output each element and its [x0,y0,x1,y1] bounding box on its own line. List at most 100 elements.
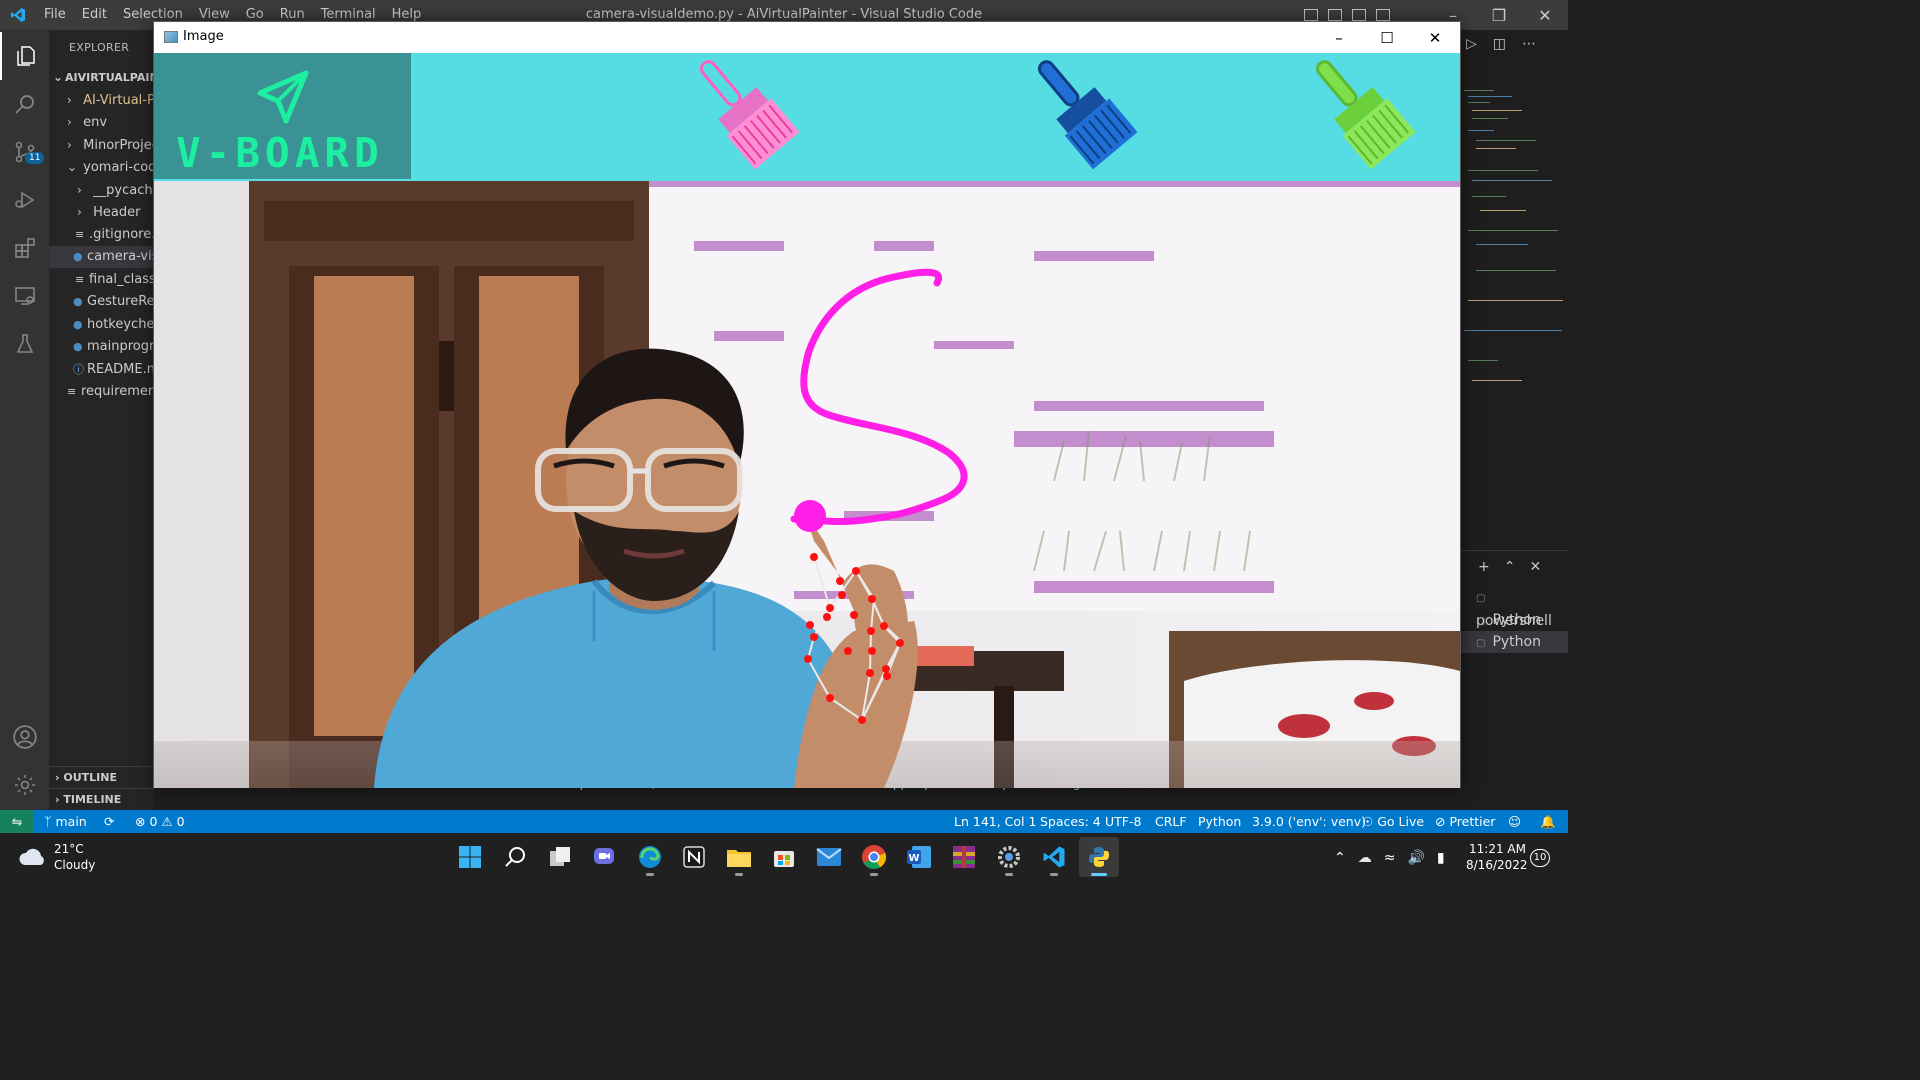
image-canvas[interactable]: V-BOARD [154,53,1460,788]
terminal-powershell[interactable]: ▢ powershell [1460,586,1568,629]
taskbar-word[interactable]: W [899,837,939,877]
language-mode[interactable]: Python [1198,810,1241,833]
taskbar-store[interactable] [764,837,804,877]
pink-brush-icon[interactable] [684,53,814,181]
vboard-header: V-BOARD [154,53,1460,181]
volume-icon[interactable]: 🔊 [1407,850,1424,866]
extensions-icon[interactable] [0,224,49,272]
taskbar-clock[interactable]: 11:21 AM 8/16/2022 [1466,841,1528,873]
more-actions-icon[interactable]: ⋯ [1522,36,1536,52]
task-view[interactable] [540,837,580,877]
battery-icon[interactable]: ▮ [1437,850,1445,866]
toggle-sidebar-icon[interactable] [1304,9,1318,21]
tree-item-header[interactable]: › Header [49,201,154,223]
sync-icon[interactable]: ⟳ [104,810,114,833]
root-folder-label: AIVIRTUALPAIN [65,71,154,84]
close-panel-icon[interactable]: ✕ [1529,559,1541,575]
taskbar-notion[interactable] [674,837,714,877]
tree-item-ai-virtual[interactable]: › AI-Virtual-Pa [49,89,154,111]
minimize-icon[interactable]: – [1316,22,1362,53]
word-icon: W [907,846,931,868]
toggle-secondary-sidebar-icon[interactable] [1352,9,1366,21]
green-brush-icon[interactable] [1300,53,1430,181]
indentation[interactable]: Spaces: 4 [1040,810,1101,833]
tree-item-label: Header [93,205,141,220]
menu-file[interactable]: File [36,0,74,30]
taskbar-winrar[interactable] [944,837,984,877]
feedback-icon[interactable]: ☺ [1508,810,1521,833]
tree-item-camera-visualdemo[interactable]: ● camera-vis [49,246,154,268]
manage-gear-icon[interactable] [0,761,49,809]
branch-indicator[interactable]: ᛉ main [44,810,87,833]
maximize-icon[interactable]: ☐ [1364,22,1410,53]
show-hidden-icons-chevron-up-icon[interactable]: ⌃ [1334,850,1346,866]
maximize-panel-icon[interactable]: ⌃ [1504,559,1516,575]
root-folder[interactable]: ⌄ AIVIRTUALPAIN [49,66,154,88]
go-live-button[interactable]: ☉ Go Live [1362,810,1424,833]
taskbar-vscode[interactable] [1034,837,1074,877]
taskbar-python[interactable] [1079,837,1119,877]
tree-item-mainprogram[interactable]: ● mainprogr [49,336,154,358]
status-bar: ⇋ ᛉ main ⟳ ⊗ 0 ⚠ 0 Ln 141, Col 1 Spaces:… [0,810,1568,833]
blue-brush-icon[interactable] [1022,53,1152,181]
mail-icon [816,848,842,866]
tree-item-env[interactable]: › env [49,111,154,133]
onedrive-cloud-icon[interactable]: ☁ [1358,850,1372,866]
wifi-icon[interactable]: ≈ [1384,850,1396,866]
accounts-icon[interactable] [0,713,49,761]
encoding[interactable]: UTF-8 [1105,810,1141,833]
taskbar-file-explorer[interactable] [719,837,759,877]
search-icon[interactable] [0,80,49,128]
problems-indicator[interactable]: ⊗ 0 ⚠ 0 [135,810,185,833]
tree-item-requirements[interactable]: ≡ requirement [49,381,154,403]
testing-icon[interactable] [0,320,49,368]
close-icon[interactable]: ✕ [1412,22,1458,53]
tree-item-readme[interactable]: ⓘ README.n [49,359,154,381]
run-file-icon[interactable]: ▷ [1466,36,1477,52]
tree-item-minorproject[interactable]: › MinorProjec [49,134,154,156]
line-ending[interactable]: CRLF [1155,810,1187,833]
source-control-icon[interactable]: 11 [0,128,49,176]
explorer-icon[interactable] [0,32,49,80]
taskbar-search[interactable] [495,837,535,877]
start-button[interactable] [450,837,490,877]
menu-edit[interactable]: Edit [74,0,115,30]
split-editor-icon[interactable]: ◫ [1493,36,1506,52]
teams-chat[interactable] [584,837,624,877]
tree-item-yomari-code[interactable]: ⌄ yomari-code [49,156,154,178]
python-file-icon: ● [73,295,83,308]
system-tray: ⌃ ☁ ≈ 🔊 ▮ [1334,833,1445,882]
taskbar-settings[interactable] [989,837,1029,877]
taskbar-mail[interactable] [809,837,849,877]
notion-icon [683,846,705,868]
cursor-position[interactable]: Ln 141, Col 1 [954,810,1036,833]
customize-layout-icon[interactable] [1376,9,1390,21]
tree-item-pycache[interactable]: › __pycache_ [49,179,154,201]
tree-item-hotkeycheck[interactable]: ● hotkeyche [49,314,154,336]
tree-item-label: README.n [87,362,154,377]
taskbar-chrome[interactable] [854,837,894,877]
notification-count-badge[interactable]: 10 [1530,849,1550,867]
toggle-panel-icon[interactable] [1328,9,1342,21]
notifications-bell-icon[interactable]: 🔔 [1540,810,1556,833]
outline-section[interactable]: › OUTLINE [49,766,154,788]
minimap[interactable] [1460,30,1568,550]
taskbar-edge[interactable] [630,837,670,877]
weather-widget[interactable]: 21°C Cloudy [18,841,95,873]
outline-label: OUTLINE [63,771,117,784]
terminal-python-2[interactable]: ▢ Python [1460,631,1568,653]
terminal-python-1[interactable]: ▢ Python [1460,609,1568,631]
prettier-button[interactable]: ⊘ Prettier [1435,810,1495,833]
close-icon[interactable]: ✕ [1522,0,1568,30]
restore-icon[interactable]: ❐ [1476,0,1522,30]
python-interpreter[interactable]: 3.9.0 ('env': venv) [1252,810,1366,833]
tree-item-gitignore[interactable]: ≡ .gitignore.t [49,224,154,246]
remote-indicator-icon[interactable]: ⇋ [0,810,34,833]
tree-item-final-classifier[interactable]: ≡ final_classi [49,269,154,291]
remote-explorer-icon[interactable] [0,272,49,320]
run-debug-icon[interactable] [0,176,49,224]
tree-item-gesture-recognition[interactable]: ● GestureRe [49,291,154,313]
image-window-titlebar[interactable]: Image – ☐ ✕ [154,22,1460,53]
timeline-section[interactable]: › TIMELINE [49,788,154,810]
new-terminal-icon[interactable]: + [1478,559,1490,575]
